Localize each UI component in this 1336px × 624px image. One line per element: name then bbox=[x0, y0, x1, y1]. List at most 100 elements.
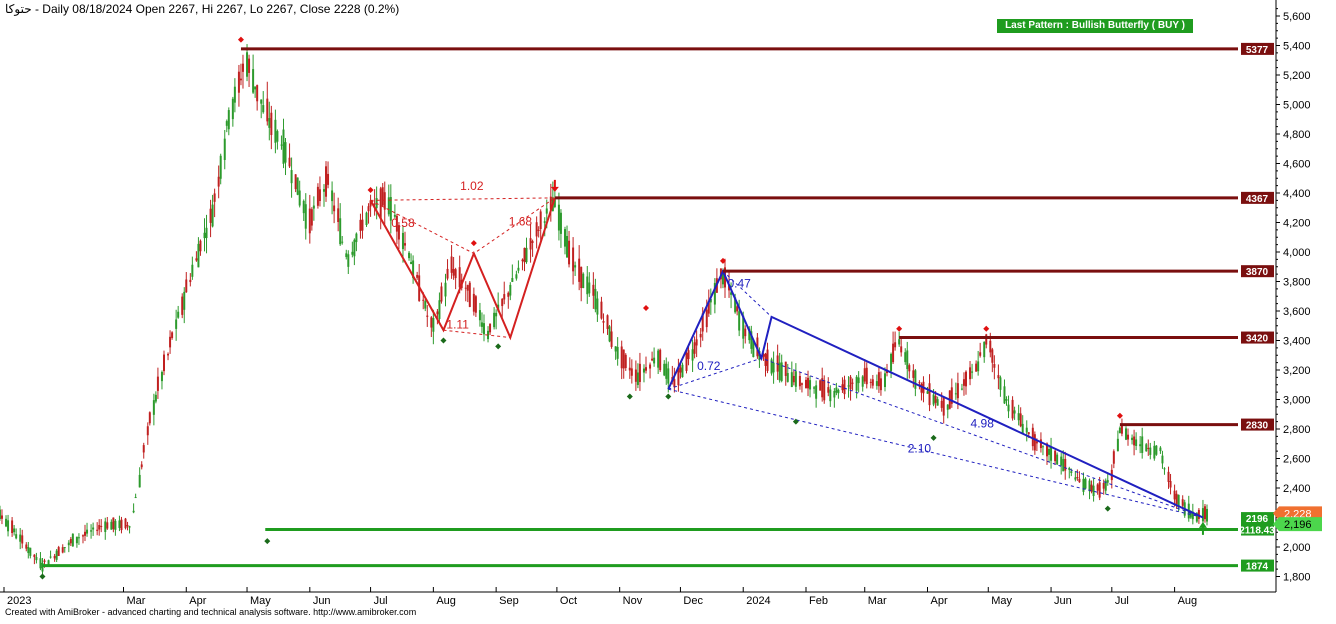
candle-body bbox=[705, 309, 708, 328]
candle-body bbox=[786, 373, 789, 382]
y-tick-label: 2,400 bbox=[1283, 483, 1311, 495]
candle-body bbox=[1011, 399, 1014, 419]
candle-body bbox=[75, 536, 78, 544]
candle-body bbox=[616, 346, 619, 359]
candle-body bbox=[525, 247, 528, 263]
candle-body bbox=[211, 204, 214, 227]
candle-body bbox=[1145, 444, 1148, 452]
y-tick-label: 3,400 bbox=[1283, 336, 1311, 348]
candle-body bbox=[894, 342, 897, 348]
candle-body bbox=[436, 311, 439, 315]
y-tick-label: 5,400 bbox=[1283, 41, 1311, 53]
candle-body bbox=[659, 349, 662, 371]
candle-body bbox=[148, 412, 151, 424]
candle-body bbox=[1062, 459, 1065, 472]
candle-body bbox=[63, 547, 66, 549]
candle-body bbox=[120, 519, 123, 531]
candle-body bbox=[772, 362, 775, 373]
candle-body bbox=[347, 254, 350, 267]
candle-body bbox=[545, 208, 548, 214]
candle-body bbox=[574, 265, 577, 268]
candle-body bbox=[699, 333, 702, 338]
candle-body bbox=[19, 534, 22, 542]
candle-body bbox=[383, 192, 386, 210]
candle-body bbox=[365, 212, 368, 226]
pivot-high-marker bbox=[470, 240, 477, 247]
candle-body bbox=[353, 239, 356, 257]
candle-body bbox=[1135, 439, 1138, 446]
candle-body bbox=[96, 529, 99, 531]
candle-body bbox=[86, 529, 89, 534]
candle-body bbox=[900, 346, 903, 353]
candle-body bbox=[209, 208, 212, 223]
candle-body bbox=[296, 177, 299, 195]
candle-body bbox=[57, 547, 60, 556]
candle-body bbox=[989, 340, 992, 353]
candle-body bbox=[444, 282, 447, 297]
candle-body bbox=[798, 376, 801, 387]
candle-body bbox=[495, 312, 498, 317]
candle-body bbox=[936, 399, 939, 406]
candle-body bbox=[333, 205, 336, 212]
pivot-low-marker bbox=[495, 343, 502, 350]
candle-body bbox=[572, 247, 575, 272]
candle-body bbox=[578, 258, 581, 282]
candle-body bbox=[27, 547, 30, 554]
candle-body bbox=[1169, 481, 1172, 488]
candle-body bbox=[620, 346, 623, 369]
candle-body bbox=[167, 353, 170, 356]
candle-body bbox=[213, 193, 216, 202]
candle-body bbox=[227, 110, 230, 130]
x-tick-label: May bbox=[991, 595, 1012, 607]
candle-body bbox=[975, 363, 978, 372]
candle-body bbox=[608, 326, 611, 342]
candle-body bbox=[124, 518, 127, 529]
candle-body bbox=[67, 542, 70, 546]
candle-body bbox=[904, 352, 907, 363]
candle-body bbox=[219, 155, 222, 179]
pattern-badge: Last Pattern : Bullish Butterfly ( BUY ) bbox=[997, 19, 1193, 33]
x-tick-label: Aug bbox=[1178, 595, 1198, 607]
candle-body bbox=[11, 520, 14, 534]
candle-body bbox=[559, 212, 562, 234]
candle-body bbox=[515, 274, 518, 279]
pivot-high-marker bbox=[1116, 412, 1123, 419]
candle-body bbox=[7, 520, 10, 532]
candle-body bbox=[926, 391, 929, 394]
candle-body bbox=[679, 367, 682, 373]
candle-body bbox=[15, 534, 18, 539]
pivot-high-marker bbox=[367, 187, 374, 194]
candle-body bbox=[106, 522, 109, 529]
ratio-label: 1.11 bbox=[446, 318, 469, 332]
sell-arrow-head bbox=[550, 186, 559, 192]
resistance-label: 5377 bbox=[1246, 45, 1269, 56]
candle-body bbox=[252, 69, 255, 93]
candle-body bbox=[1181, 499, 1184, 506]
candle-body bbox=[345, 253, 348, 258]
y-tick-label: 5,200 bbox=[1283, 70, 1311, 82]
pivot-low-marker bbox=[930, 434, 937, 441]
pivot-high-marker bbox=[237, 36, 244, 43]
candle-body bbox=[1155, 445, 1158, 455]
candle-body bbox=[1120, 425, 1123, 434]
candle-body bbox=[898, 339, 901, 345]
candle-body bbox=[1092, 485, 1095, 497]
candle-body bbox=[39, 558, 42, 569]
candle-body bbox=[563, 229, 566, 247]
candle-body bbox=[687, 350, 690, 360]
candle-body bbox=[1017, 413, 1020, 421]
candle-body bbox=[657, 350, 660, 368]
candle-body bbox=[1112, 451, 1115, 464]
candle-body bbox=[438, 300, 441, 319]
candle-body bbox=[651, 358, 654, 361]
candle-body bbox=[1060, 456, 1063, 466]
candle-body bbox=[908, 365, 911, 372]
candle-body bbox=[199, 240, 202, 252]
y-tick-label: 4,800 bbox=[1283, 129, 1311, 141]
candle-body bbox=[318, 189, 321, 201]
resistance-label: 2830 bbox=[1246, 421, 1269, 432]
candle-body bbox=[262, 105, 265, 113]
candle-body bbox=[628, 367, 631, 371]
x-tick-label: May bbox=[250, 595, 271, 607]
candle-body bbox=[468, 282, 471, 307]
